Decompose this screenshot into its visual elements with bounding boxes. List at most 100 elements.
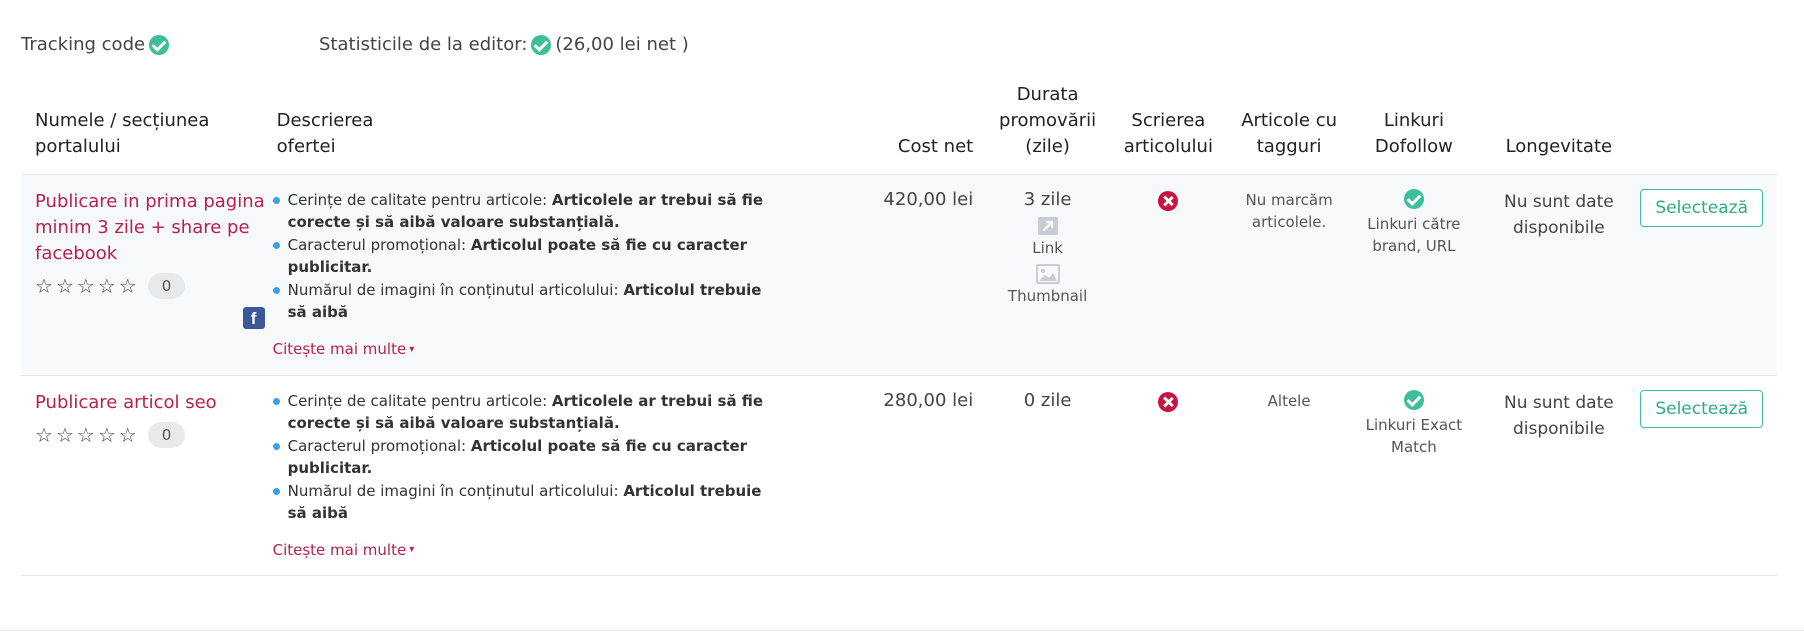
header-tagged: Articole cu tagguri bbox=[1228, 82, 1350, 175]
header-longevity: Longevitate bbox=[1478, 82, 1640, 175]
table-row: Publicare in prima pagina minim 3 zile +… bbox=[21, 174, 1777, 376]
header-desc-line1: Descrierea bbox=[276, 110, 374, 131]
read-more-link[interactable]: Citește mai multe ▾ bbox=[273, 539, 415, 562]
check-circle-icon bbox=[1403, 189, 1424, 209]
table-header: Numele / secțiunea portalului Descrierea… bbox=[21, 82, 1777, 175]
rating: ☆ ☆ ☆ ☆ ☆ 0 bbox=[35, 273, 273, 299]
caret-down-icon: ▾ bbox=[409, 544, 415, 555]
star-outline-icon[interactable]: ☆ bbox=[56, 425, 74, 445]
offers-table: Numele / secțiunea portalului Descrierea… bbox=[21, 82, 1777, 576]
portal-name-cell: Publicare articol seo ☆ ☆ ☆ ☆ ☆ 0 bbox=[21, 375, 273, 576]
header-row: Numele / secțiunea portalului Descrierea… bbox=[21, 82, 1777, 175]
star-outline-icon[interactable]: ☆ bbox=[77, 276, 95, 296]
x-circle-icon bbox=[1158, 391, 1179, 412]
check-circle-icon bbox=[149, 34, 170, 55]
duration-cell: 0 zile bbox=[987, 375, 1108, 576]
description-cell: Cerințe de calitate pentru articole: Art… bbox=[272, 375, 817, 576]
cost-cell: 280,00 lei bbox=[883, 389, 974, 411]
duration-cell: 3 zile Link Thumbnail bbox=[987, 175, 1108, 376]
portal-name-link[interactable]: Publicare articol seo bbox=[35, 390, 273, 416]
star-outline-icon[interactable]: ☆ bbox=[98, 276, 116, 296]
cost-cell: 420,00 lei bbox=[883, 189, 974, 210]
bottom-divider bbox=[0, 630, 1804, 631]
description-cell: Cerințe de calitate pentru articole: Art… bbox=[272, 175, 817, 376]
star-outline-icon[interactable]: ☆ bbox=[35, 276, 53, 296]
star-outline-icon[interactable]: ☆ bbox=[98, 425, 116, 445]
desc-label: Numărul de imagini în conținutul articol… bbox=[287, 281, 624, 299]
list-item: Caracterul promoțional: Articolul poate … bbox=[272, 234, 777, 278]
rating-count-badge: 0 bbox=[147, 421, 186, 448]
promo-link-label: Link bbox=[1032, 239, 1063, 257]
caret-down-icon: ▾ bbox=[409, 343, 415, 355]
tagged-value: Altele bbox=[1267, 391, 1311, 410]
list-item: Caracterul promoțional: Articolul poate … bbox=[272, 435, 777, 479]
check-circle-icon bbox=[1403, 389, 1424, 410]
tagged-cell: Nu marcăm articolele. bbox=[1229, 175, 1350, 376]
writing-cell bbox=[1108, 175, 1229, 376]
list-item: Cerințe de calitate pentru articole: Art… bbox=[272, 390, 777, 434]
read-more-link[interactable]: Citește mai multe ▾ bbox=[273, 338, 415, 361]
header-action bbox=[1639, 82, 1777, 175]
top-status-bar: Tracking code Statisticile de la editor:… bbox=[21, 34, 689, 55]
read-more-label: Citește mai multe bbox=[272, 340, 407, 358]
header-links-line1: Linkuri bbox=[1383, 110, 1444, 131]
action-cell: Selectează bbox=[1639, 375, 1777, 576]
dofollow-value: Linkuri Exact Match bbox=[1365, 415, 1463, 456]
star-outline-icon[interactable]: ☆ bbox=[119, 276, 137, 296]
list-item: Cerințe de calitate pentru articole: Art… bbox=[272, 189, 777, 233]
header-desc-line2: ofertei bbox=[276, 136, 336, 157]
header-cost: Cost net bbox=[816, 82, 988, 175]
longevity-value: Nu sunt date disponibile bbox=[1503, 392, 1614, 439]
portal-name-cell: Publicare in prima pagina minim 3 zile +… bbox=[21, 175, 273, 376]
description-list: Cerințe de calitate pentru articole: Art… bbox=[272, 390, 777, 524]
x-circle-icon bbox=[1158, 191, 1179, 211]
facebook-icon: f bbox=[242, 306, 265, 329]
list-item: Numărul de imagini în conținutul articol… bbox=[272, 279, 777, 323]
editor-stats-value: (26,00 lei net ) bbox=[555, 34, 689, 55]
select-button[interactable]: Selectează bbox=[1640, 189, 1763, 227]
header-writing-line2: articolului bbox=[1123, 136, 1213, 157]
dofollow-cell: Linkuri către brand, URL bbox=[1350, 175, 1479, 376]
description-list: Cerințe de calitate pentru articole: Art… bbox=[272, 189, 777, 323]
star-outline-icon[interactable]: ☆ bbox=[119, 425, 137, 445]
external-link-icon bbox=[1037, 217, 1058, 235]
portal-name-link[interactable]: Publicare in prima pagina minim 3 zile +… bbox=[35, 189, 273, 267]
tracking-code-label: Tracking code bbox=[21, 34, 146, 55]
longevity-value: Nu sunt date disponibile bbox=[1503, 192, 1614, 238]
star-outline-icon[interactable]: ☆ bbox=[35, 425, 53, 445]
header-tagged-line2: tagguri bbox=[1256, 136, 1322, 157]
editor-stats-label: Statisticile de la editor: bbox=[319, 34, 528, 55]
header-duration: Durata promovării (zile) bbox=[987, 82, 1108, 175]
read-more-label: Citește mai multe bbox=[272, 540, 407, 559]
select-button[interactable]: Selectează bbox=[1640, 389, 1763, 428]
desc-label: Numărul de imagini în conținutul articol… bbox=[287, 481, 624, 500]
list-item: Numărul de imagini în conținutul articol… bbox=[272, 480, 777, 524]
desc-label: Cerințe de calitate pentru articole: bbox=[287, 391, 552, 410]
header-duration-line1: Durata bbox=[1016, 84, 1079, 105]
editor-stats-status: Statisticile de la editor: (26,00 lei ne… bbox=[319, 34, 689, 55]
writing-cell bbox=[1108, 375, 1229, 576]
dofollow-value: Linkuri către brand, URL bbox=[1367, 215, 1461, 255]
check-circle-icon bbox=[531, 34, 552, 55]
tagged-cell: Altele bbox=[1229, 375, 1350, 576]
dofollow-cell: Linkuri Exact Match bbox=[1350, 375, 1479, 576]
star-outline-icon[interactable]: ☆ bbox=[77, 425, 95, 445]
header-duration-line2: promovării bbox=[999, 110, 1097, 131]
longevity-cell: Nu sunt date disponibile bbox=[1478, 375, 1639, 576]
image-icon bbox=[1035, 264, 1060, 284]
header-description: Descrierea ofertei bbox=[272, 82, 817, 175]
tracking-code-status: Tracking code bbox=[21, 34, 170, 55]
header-writing-line1: Scrierea bbox=[1131, 110, 1206, 131]
rating: ☆ ☆ ☆ ☆ ☆ 0 bbox=[35, 421, 273, 448]
desc-label: Cerințe de calitate pentru articole: bbox=[287, 191, 552, 209]
header-tagged-line1: Articole cu bbox=[1241, 110, 1338, 131]
duration-value: 0 zile bbox=[1023, 389, 1072, 411]
duration-value: 3 zile bbox=[1023, 189, 1072, 210]
table-row: Publicare articol seo ☆ ☆ ☆ ☆ ☆ 0 Cerinț… bbox=[21, 375, 1777, 576]
header-duration-line3: (zile) bbox=[1025, 136, 1070, 157]
longevity-cell: Nu sunt date disponibile bbox=[1478, 175, 1639, 376]
star-outline-icon[interactable]: ☆ bbox=[56, 276, 74, 296]
desc-label: Caracterul promoțional: bbox=[287, 436, 471, 455]
desc-label: Caracterul promoțional: bbox=[287, 236, 471, 254]
header-portal-name: Numele / secțiunea portalului bbox=[21, 82, 273, 175]
